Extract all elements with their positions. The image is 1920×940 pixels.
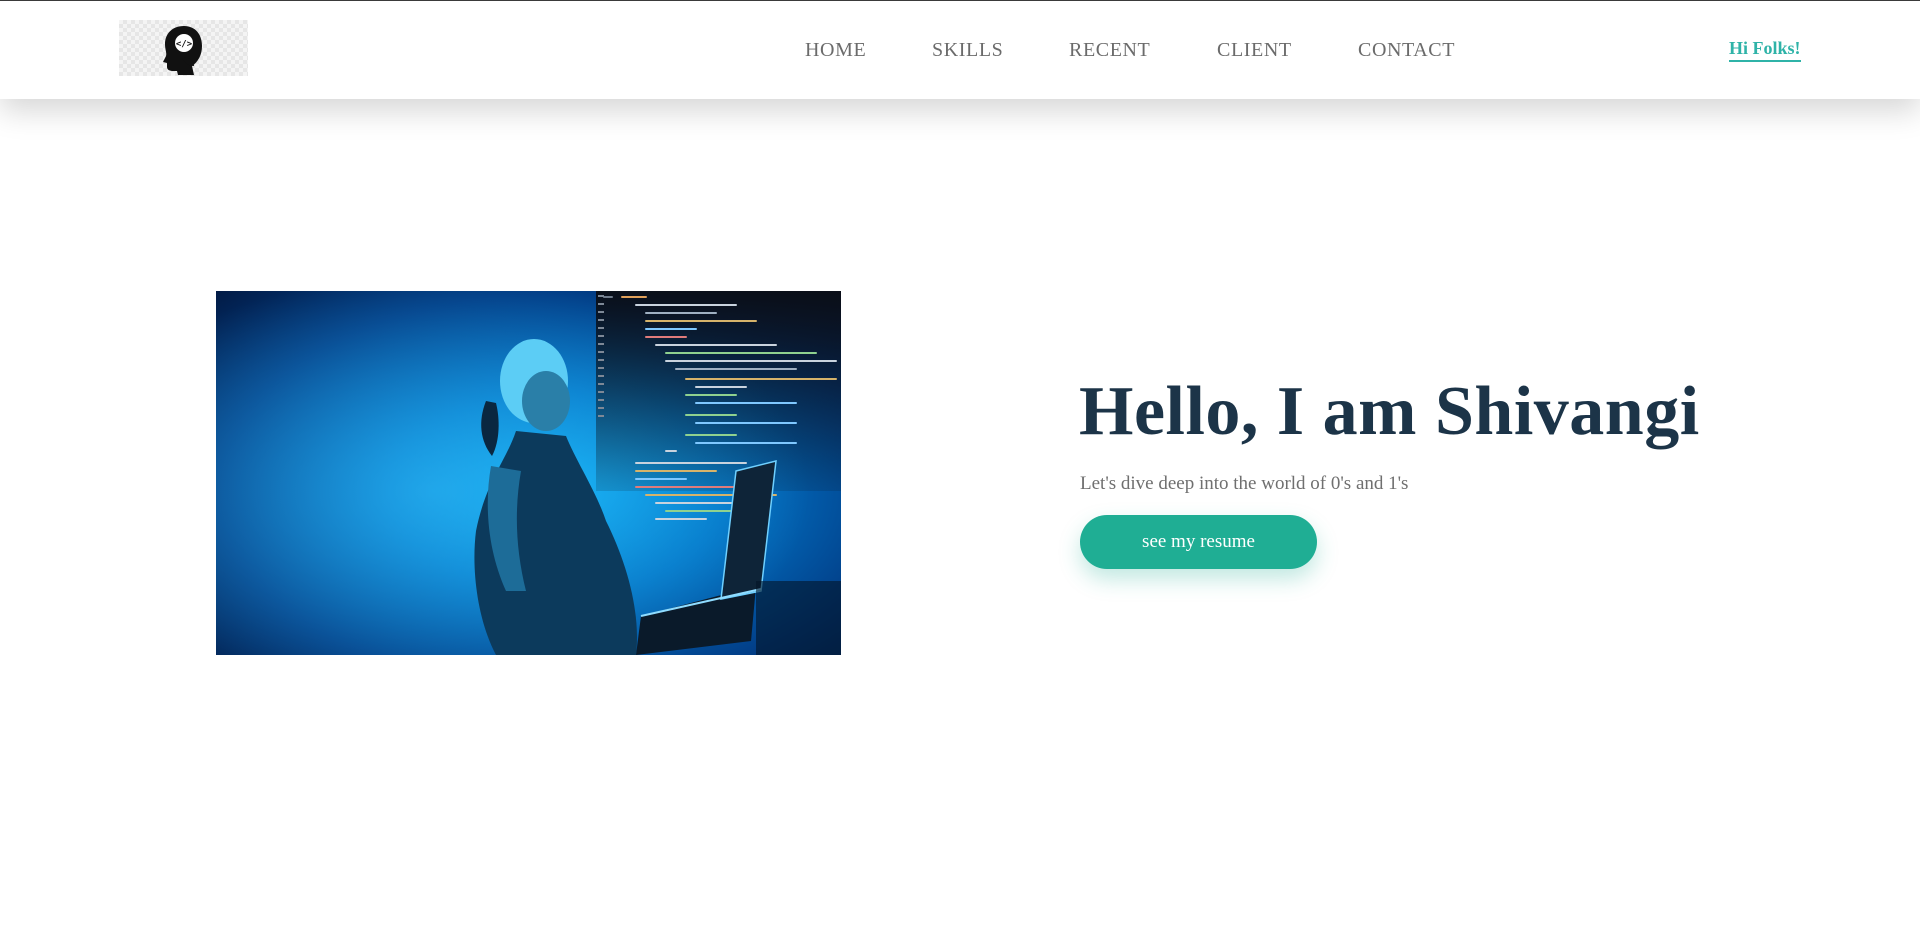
head-code-icon: </> (162, 26, 202, 75)
nav-home[interactable]: HOME (805, 39, 866, 62)
hero-subtitle: Let's dive deep into the world of 0's an… (1080, 473, 1409, 494)
logo[interactable]: </> (119, 20, 248, 76)
svg-text:</>: </> (175, 40, 192, 50)
coder-photo (216, 291, 841, 655)
nav-skills[interactable]: SKILLS (932, 39, 1003, 62)
see-resume-button[interactable]: see my resume (1080, 515, 1317, 569)
nav-client[interactable]: CLIENT (1217, 39, 1292, 62)
hero-title: Hello, I am Shivangi (1079, 373, 1700, 450)
nav-recent[interactable]: RECENT (1069, 39, 1150, 62)
nav-contact[interactable]: CONTACT (1358, 39, 1455, 62)
site-header: </> HOME SKILLS RECENT CLIENT CONTACT Hi… (0, 0, 1920, 99)
greeting-link[interactable]: Hi Folks! (1729, 38, 1801, 62)
hero-image (216, 291, 841, 655)
